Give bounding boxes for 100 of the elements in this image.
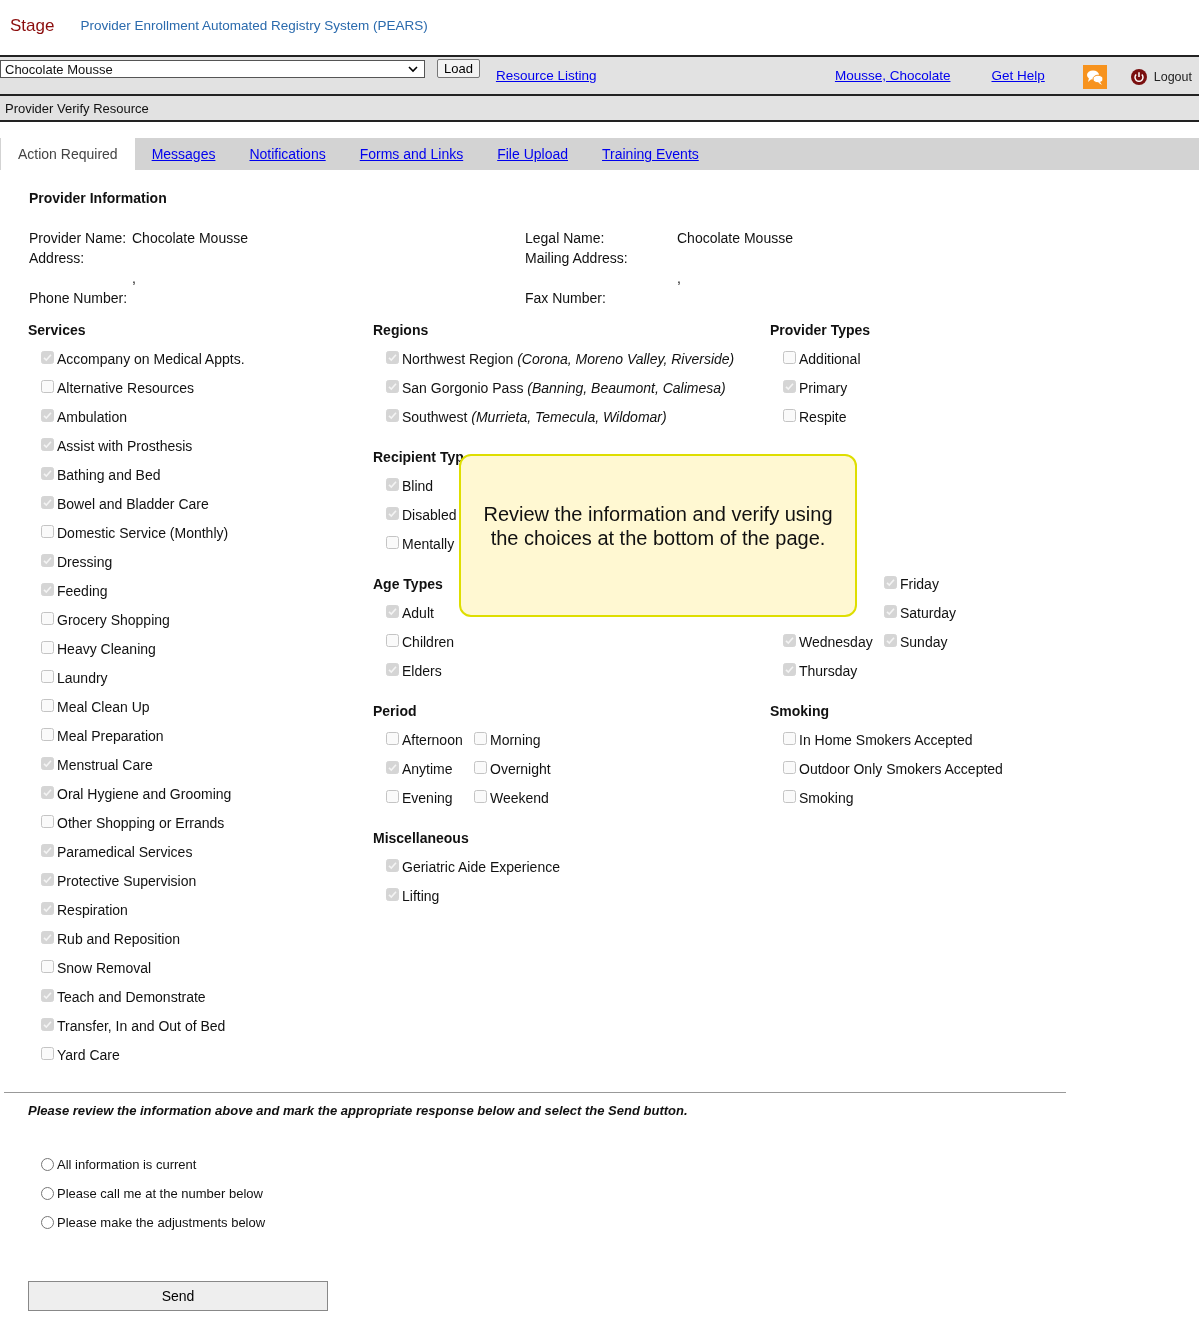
checkbox[interactable] [783, 380, 796, 393]
page-title: Provider Verify Resource [5, 100, 149, 116]
checkbox[interactable] [41, 728, 54, 741]
field-label: Phone Number: [29, 290, 128, 306]
chat-icon[interactable] [1082, 65, 1107, 89]
checkbox[interactable] [884, 576, 897, 589]
checkbox-label: Overnight [490, 761, 551, 777]
checkbox[interactable] [783, 790, 796, 803]
help-link[interactable]: Get Help [991, 68, 1045, 83]
tab[interactable]: File Upload [480, 138, 585, 170]
checkbox-label: Dressing [57, 554, 113, 570]
checkbox[interactable] [41, 467, 54, 480]
checkbox[interactable] [386, 790, 399, 803]
load-button[interactable]: Load [437, 59, 480, 78]
field-value: Chocolate Mousse [677, 230, 793, 246]
checkbox[interactable] [884, 634, 897, 647]
checkbox[interactable] [41, 583, 54, 596]
checkbox[interactable] [386, 536, 399, 549]
radio-button[interactable] [41, 1158, 54, 1171]
checkbox[interactable] [41, 989, 54, 1002]
checkbox[interactable] [783, 663, 796, 676]
checkbox-label: Respiration [57, 902, 128, 918]
checkbox[interactable] [386, 859, 399, 872]
checkbox[interactable] [41, 902, 54, 915]
checkbox-label: Ambulation [57, 409, 128, 425]
checkbox-label: Southwest (Murrieta, Temecula, Wildomar) [402, 409, 667, 425]
checkbox[interactable] [41, 496, 54, 509]
section-heading: Provider Types [770, 321, 872, 340]
checkbox[interactable] [41, 380, 54, 393]
checkbox[interactable] [783, 409, 796, 422]
checkbox-label: Oral Hygiene and Grooming [57, 786, 232, 802]
checkbox[interactable] [41, 438, 54, 451]
checkbox[interactable] [474, 761, 487, 774]
tab[interactable]: Training Events [585, 138, 716, 170]
checkbox[interactable] [41, 815, 54, 828]
checkbox[interactable] [41, 699, 54, 712]
checkbox[interactable] [41, 554, 54, 567]
checkbox[interactable] [41, 1047, 54, 1060]
checkbox[interactable] [386, 351, 399, 364]
checkbox-label: Menstrual Care [57, 757, 153, 773]
checkbox-label: In Home Smokers Accepted [799, 732, 973, 748]
checkbox[interactable] [41, 641, 54, 654]
system-title: Provider Enrollment Automated Registry System (PEARS) [80, 18, 428, 33]
checkbox[interactable] [41, 786, 54, 799]
checkbox[interactable] [41, 351, 54, 364]
checkbox[interactable] [386, 507, 399, 520]
checkbox[interactable] [41, 670, 54, 683]
checkbox[interactable] [783, 351, 796, 364]
checkbox[interactable] [41, 844, 54, 857]
tab[interactable]: Notifications [232, 138, 343, 170]
checkbox[interactable] [386, 409, 399, 422]
checkbox[interactable] [41, 1018, 54, 1031]
send-button[interactable]: Send [28, 1281, 328, 1311]
checkbox[interactable] [386, 634, 399, 647]
radio-label: All information is current [57, 1157, 197, 1172]
resource-listing-link[interactable]: Resource Listing [495, 68, 597, 83]
checkbox[interactable] [41, 931, 54, 944]
checkbox[interactable] [474, 790, 487, 803]
checkbox-label: Wednesday [799, 634, 873, 650]
checkbox[interactable] [41, 525, 54, 538]
checkbox-label: Teach and Demonstrate [57, 989, 206, 1005]
tab[interactable]: Messages [134, 138, 233, 170]
radio-button[interactable] [41, 1216, 54, 1229]
checkbox[interactable] [474, 732, 487, 745]
checkbox-label: Assist with Prosthesis [57, 438, 193, 454]
checkbox-label: Geriatric Aide Experience [402, 859, 560, 875]
checkbox[interactable] [386, 663, 399, 676]
checkbox[interactable] [386, 888, 399, 901]
logout-link[interactable]: Logout [1153, 70, 1192, 84]
field-label: Fax Number: [525, 290, 606, 306]
checkbox[interactable] [41, 612, 54, 625]
checkbox[interactable] [386, 761, 399, 774]
tab[interactable]: Action Required [1, 138, 135, 170]
radio-label: Please call me at the number below [57, 1186, 263, 1201]
checkbox-label: Snow Removal [57, 960, 152, 976]
checkbox-label: Disabled [402, 507, 457, 523]
checkbox[interactable] [783, 634, 796, 647]
checkbox[interactable] [783, 732, 796, 745]
checkbox-label: Weekend [490, 790, 549, 806]
checkbox-label: Friday [900, 576, 939, 592]
checkbox-label: Other Shopping or Errands [57, 815, 225, 831]
checkbox[interactable] [41, 757, 54, 770]
provider-select[interactable]: Chocolate Mousse [0, 60, 425, 78]
checkbox[interactable] [386, 732, 399, 745]
checkbox[interactable] [386, 380, 399, 393]
radio-button[interactable] [41, 1187, 54, 1200]
user-link[interactable]: Mousse, Chocolate [834, 68, 951, 83]
checkbox[interactable] [884, 605, 897, 618]
checkbox[interactable] [41, 960, 54, 973]
checkbox[interactable] [783, 761, 796, 774]
checkbox[interactable] [386, 605, 399, 618]
power-icon[interactable] [1130, 69, 1147, 85]
checkbox[interactable] [386, 478, 399, 491]
checkbox-label: Paramedical Services [57, 844, 193, 860]
caret-icon [408, 65, 418, 73]
checkbox-label: Smoking [799, 790, 854, 806]
checkbox[interactable] [41, 409, 54, 422]
checkbox-label: Primary [799, 380, 848, 396]
checkbox[interactable] [41, 873, 54, 886]
tab[interactable]: Forms and Links [342, 138, 481, 170]
